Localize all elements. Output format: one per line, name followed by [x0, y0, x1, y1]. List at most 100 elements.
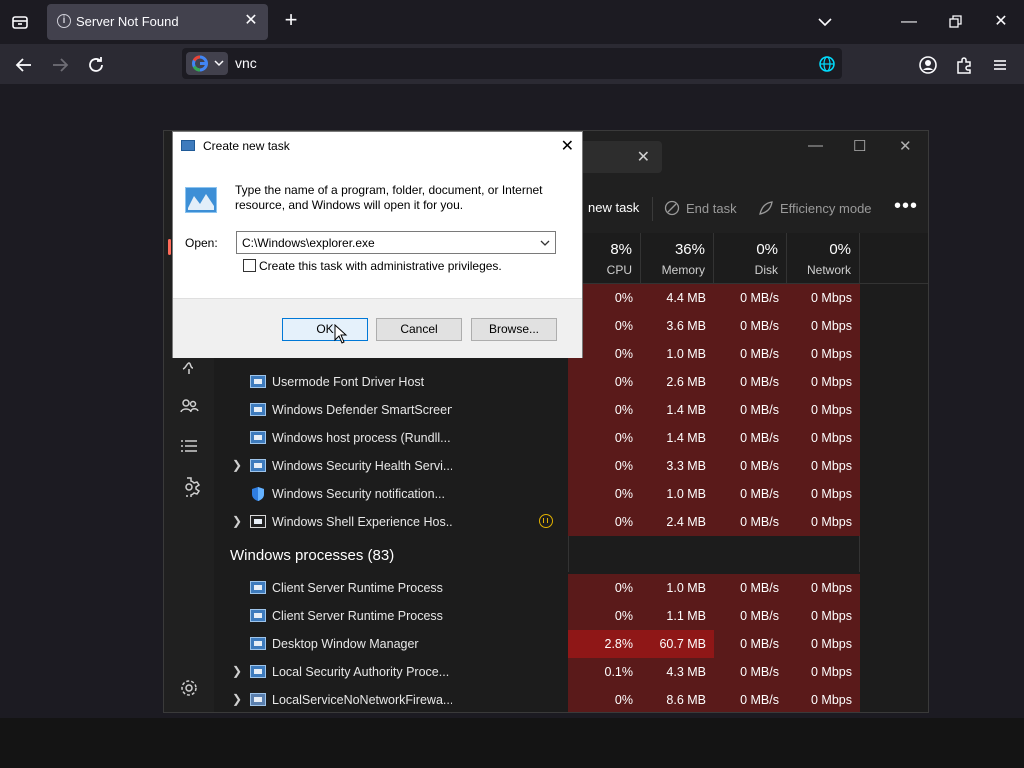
cell-network: 0 Mbps: [787, 312, 860, 340]
process-name: Windows host process (Rundll...: [272, 431, 451, 445]
dialog-message: Type the name of a program, folder, docu…: [235, 183, 543, 212]
close-icon[interactable]: ✕: [242, 12, 260, 30]
chevron-down-icon[interactable]: [539, 236, 551, 248]
table-row[interactable]: ❯ Windows Shell Experience Hos... 0% 2.4…: [214, 508, 928, 536]
users-icon[interactable]: [178, 395, 200, 417]
close-icon[interactable]: ✕: [991, 12, 1011, 32]
maximize-icon[interactable]: ☐: [853, 137, 866, 155]
service-gear-icon: [250, 693, 266, 706]
column-header-network[interactable]: 0% Network: [787, 233, 860, 283]
table-row[interactable]: Desktop Window Manager 2.8% 60.7 MB 0 MB…: [214, 630, 928, 658]
back-icon[interactable]: [13, 54, 35, 76]
cell-network: 0 Mbps: [787, 574, 860, 602]
tab-strip: i Server Not Found ✕ + — ✕: [0, 0, 1024, 44]
ok-button[interactable]: OK: [282, 318, 368, 341]
dialog-titlebar: Create new task ✕: [173, 132, 582, 160]
settings-gear-icon[interactable]: [178, 677, 200, 699]
cell-memory: 2.6 MB: [641, 368, 714, 396]
cell-cpu: 0%: [568, 396, 641, 424]
chevron-right-icon[interactable]: ❯: [232, 664, 242, 680]
more-icon[interactable]: •••: [894, 195, 918, 218]
chevron-down-icon[interactable]: [815, 12, 835, 32]
tab-list-icon[interactable]: [8, 10, 32, 34]
cell-cpu: 0%: [568, 424, 641, 452]
minimize-icon[interactable]: —: [899, 12, 919, 32]
process-name: Client Server Runtime Process: [272, 581, 443, 595]
process-name: Desktop Window Manager: [272, 637, 419, 651]
cell-cpu: 0%: [568, 368, 641, 396]
process-name: Windows Shell Experience Hos...: [272, 515, 452, 529]
menu-icon[interactable]: [989, 54, 1011, 76]
cell-memory: 4.3 MB: [641, 658, 714, 686]
disk-label: Disk: [754, 263, 778, 277]
process-name: Usermode Font Driver Host: [272, 375, 425, 389]
close-icon[interactable]: ✕: [561, 136, 574, 156]
bottom-area: [0, 718, 1024, 768]
cell-memory: 3.3 MB: [641, 452, 714, 480]
disk-percent: 0%: [756, 241, 778, 258]
nav-toolbar: vnc: [0, 44, 1024, 84]
chevron-right-icon[interactable]: ❯: [232, 514, 242, 530]
details-icon[interactable]: [178, 435, 200, 457]
admin-checkbox-label[interactable]: Create this task with administrative pri…: [259, 259, 502, 273]
url-bar[interactable]: vnc: [182, 48, 842, 79]
close-icon[interactable]: ✕: [899, 137, 912, 155]
table-row[interactable]: ❯ Windows Security Health Servi... 0% 3.…: [214, 452, 928, 480]
cell-disk: 0 MB/s: [714, 452, 787, 480]
globe-icon[interactable]: [818, 55, 836, 73]
open-combobox[interactable]: C:\Windows\explorer.exe: [236, 231, 556, 254]
cell-network: 0 Mbps: [787, 480, 860, 508]
cell-network: 0 Mbps: [787, 452, 860, 480]
end-task-button[interactable]: End task: [664, 200, 737, 216]
reload-icon[interactable]: [85, 54, 107, 76]
minimize-icon[interactable]: —: [808, 137, 823, 154]
table-row[interactable]: ❯ LocalServiceNoNetworkFirewa... 0% 8.6 …: [214, 686, 928, 712]
efficiency-mode-button[interactable]: Efficiency mode: [758, 200, 872, 216]
cell-disk: 0 MB/s: [714, 312, 787, 340]
chevron-right-icon[interactable]: ❯: [232, 692, 242, 708]
open-input[interactable]: C:\Windows\explorer.exe: [242, 236, 375, 250]
table-row[interactable]: Usermode Font Driver Host 0% 2.6 MB 0 MB…: [214, 368, 928, 396]
run-new-task-button[interactable]: new task: [588, 200, 639, 215]
cancel-button[interactable]: Cancel: [376, 318, 462, 341]
table-row[interactable]: Windows host process (Rundll... 0% 1.4 M…: [214, 424, 928, 452]
google-icon[interactable]: [186, 52, 228, 75]
browse-button[interactable]: Browse...: [471, 318, 557, 341]
process-name: Windows Security Health Servi...: [272, 459, 452, 473]
cell-cpu: 0%: [568, 480, 641, 508]
column-header-memory[interactable]: 36% Memory: [641, 233, 714, 283]
cell-cpu: 0%: [568, 508, 641, 536]
url-text[interactable]: vnc: [235, 55, 257, 71]
table-row[interactable]: Windows Security notification... 0% 1.0 …: [214, 480, 928, 508]
dialog-footer: OK Cancel Browse...: [173, 298, 582, 358]
table-row[interactable]: Windows Defender SmartScreen 0% 1.4 MB 0…: [214, 396, 928, 424]
divider: [652, 197, 653, 221]
chevron-right-icon[interactable]: ❯: [232, 458, 242, 474]
services-icon[interactable]: [178, 475, 201, 499]
extensions-icon[interactable]: [953, 54, 975, 76]
table-row[interactable]: ❯ Local Security Authority Proce... 0.1%…: [214, 658, 928, 686]
admin-checkbox[interactable]: [243, 259, 256, 272]
cell-network: 0 Mbps: [787, 368, 860, 396]
cell-memory: 4.4 MB: [641, 284, 714, 312]
account-icon[interactable]: [917, 54, 939, 76]
browser-tab[interactable]: i Server Not Found ✕: [47, 4, 268, 40]
table-row[interactable]: Client Server Runtime Process 0% 1.0 MB …: [214, 574, 928, 602]
tm-search-box[interactable]: ✕: [574, 141, 662, 173]
plus-icon[interactable]: +: [281, 9, 301, 31]
startup-apps-icon[interactable]: [178, 355, 200, 377]
cell-memory: 1.4 MB: [641, 424, 714, 452]
create-new-task-dialog: Create new task ✕ Type the name of a pro…: [172, 131, 583, 358]
forward-icon[interactable]: [49, 54, 71, 76]
cell-cpu: 0%: [568, 602, 641, 630]
run-window-icon: [181, 140, 195, 151]
app-window-icon: [250, 459, 266, 472]
restore-icon[interactable]: [945, 12, 965, 32]
column-header-disk[interactable]: 0% Disk: [714, 233, 787, 283]
table-row[interactable]: Client Server Runtime Process 0% 1.1 MB …: [214, 602, 928, 630]
close-icon[interactable]: ✕: [637, 147, 650, 167]
cell-memory: 1.4 MB: [641, 396, 714, 424]
cell-cpu: 2.8%: [568, 630, 641, 658]
open-label: Open:: [185, 236, 218, 250]
app-window-icon: [250, 609, 266, 622]
